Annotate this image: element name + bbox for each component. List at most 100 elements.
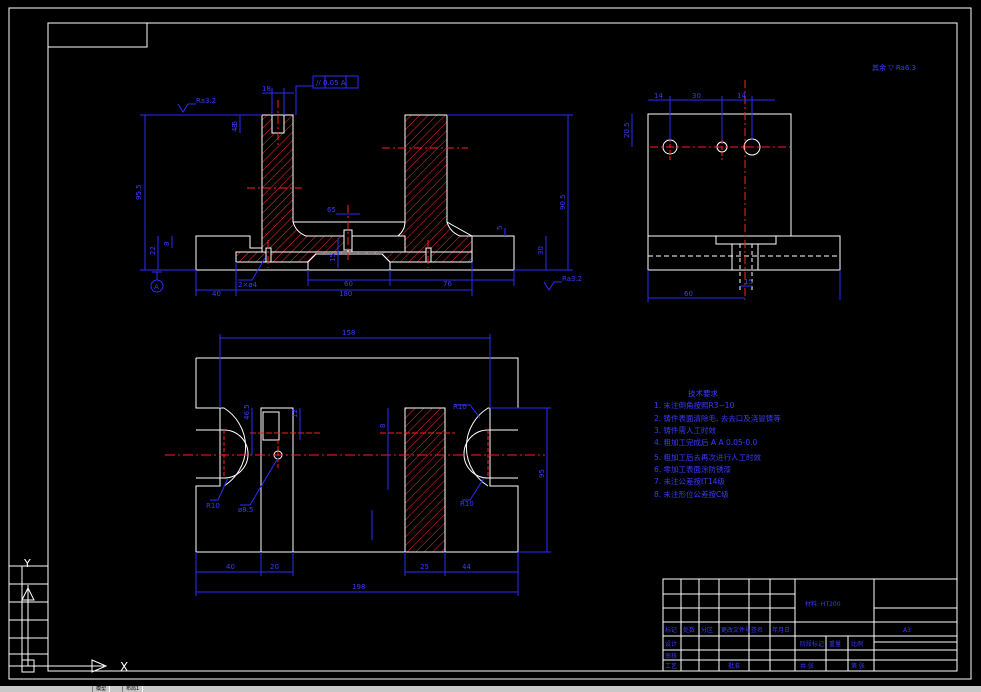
- notes-line-6: 6. 零加工表面涂防锈漆: [654, 464, 732, 474]
- side-body: [647, 113, 792, 237]
- lbl-side-14a: 14: [654, 92, 663, 100]
- lbl-plan-r10c: R10: [460, 500, 474, 508]
- tb-cell-11: 重量: [829, 640, 841, 648]
- cad-canvas[interactable]: 18 8 95.5 90.5 22 8 5 30 40 60 180 76 65…: [0, 0, 981, 692]
- side-view-labels: 14 30 14 20.5 60 15: [623, 92, 753, 298]
- roughness-1-symbol: [177, 103, 196, 113]
- lbl-d-base-h: 8: [163, 242, 171, 246]
- leader-tolerance: [295, 85, 313, 115]
- notes-line-1: 1. 未注倒角按照R3~10: [654, 400, 735, 410]
- lbl-side-14b: 14: [737, 92, 746, 100]
- lbl-side-20-5: 20.5: [623, 122, 631, 138]
- lbl-plan-44: 44: [462, 563, 471, 571]
- roughness-2-symbol: [543, 281, 562, 291]
- lbl-plan-46-5: 46.5: [243, 404, 251, 420]
- lbl-plan-small-b: 8: [379, 424, 387, 428]
- lbl-plan-width: 158: [342, 329, 355, 337]
- tb-cell-9: 批准: [728, 662, 740, 670]
- lbl-d-mid: 60: [344, 280, 353, 288]
- tb-cell-14: 第 张: [851, 662, 865, 670]
- lbl-d-left-base: 22: [149, 246, 157, 255]
- lbl-tol-frame: // 0.05 A: [316, 79, 346, 87]
- ucs-x-label: X: [120, 660, 128, 674]
- lbl-plan-8-5: ø8.5: [238, 506, 253, 514]
- technical-requirements: 技术要求 1. 未注倒角按照R3~10 2. 铸件表面清除毛, 去去口及浇冒铸等…: [654, 388, 781, 499]
- ucs-y-label: Y: [23, 557, 31, 570]
- tb-cell-3: 更改文件号: [721, 626, 751, 634]
- plan-left-column: [260, 407, 294, 553]
- notes-line-4: 4. 粗加工完成后 A A 0.05-0.0: [654, 437, 758, 447]
- side-boss: [715, 235, 777, 245]
- lbl-side-60: 60: [684, 290, 693, 298]
- tb-cell-5: 年月日: [772, 626, 790, 634]
- ucs-icon: Y X: [21, 557, 128, 674]
- lbl-datum: A: [154, 283, 159, 291]
- lbl-d-center-w: 15: [329, 253, 337, 262]
- tb-cell-12: 比例: [851, 640, 863, 648]
- lbl-plan-height: 95: [538, 469, 546, 478]
- lbl-d-right: 76: [443, 280, 452, 288]
- front-right-column-section: [347, 114, 473, 253]
- tb-cell-10: 阶段标记: [800, 640, 824, 648]
- notes-line-7: 7. 未注公差按IT14级: [654, 476, 725, 486]
- notes-line-8: 8. 未注形位公差按C级: [654, 489, 729, 499]
- lbl-rough-2: Ra3.2: [562, 275, 582, 283]
- tb-cell-8: 工艺: [665, 662, 677, 670]
- notes-line-2: 2. 铸件表面清除毛, 去去口及浇冒铸等: [654, 413, 781, 423]
- front-groove: [307, 253, 391, 270]
- lbl-side-30: 30: [692, 92, 701, 100]
- front-left-column-section: [261, 114, 349, 253]
- lbl-d-right-h: 90.5: [559, 194, 567, 210]
- model-layout-tabbar: [0, 686, 981, 692]
- lbl-plan-25: 25: [420, 563, 429, 571]
- lbl-d-width-top: 18: [262, 85, 271, 93]
- title-block: 材料: HT200 A3 标记 处数 分区 更改文件号 签名 年月日 设计 审核…: [662, 578, 958, 672]
- lbl-d-right-step: 5: [496, 226, 504, 230]
- plan-right-column-section: [404, 407, 446, 553]
- plan-right-slot-inner: [465, 407, 490, 487]
- lbl-plan-r10a: R10: [206, 502, 220, 510]
- front-section-view: [140, 75, 573, 296]
- plan-leader-r10a: [210, 477, 229, 501]
- lbl-side-15: 15: [744, 278, 753, 286]
- lbl-d-left: 40: [212, 290, 221, 298]
- plan-view: [165, 334, 551, 596]
- drawing-inner-border: [47, 22, 958, 672]
- plan-leader-r10c: [462, 477, 485, 501]
- tb-cell-1: 处数: [683, 626, 695, 634]
- plan-right-slot: [463, 429, 518, 479]
- title-drawing-no: A3: [903, 627, 911, 634]
- tb-cell-2: 分区: [701, 626, 713, 634]
- tab-model[interactable]: 模型: [92, 686, 111, 692]
- lbl-plan-40: 40: [226, 563, 235, 571]
- plan-left-slot-box: [262, 411, 280, 441]
- roughness-general: 其余 ▽ Ra6.3: [872, 63, 916, 72]
- front-view-labels: 18 8 95.5 90.5 22 8 5 30 40 60 180 76 65…: [135, 79, 582, 298]
- tb-cell-7: 审核: [665, 652, 677, 660]
- notes-line-3: 3. 铸件需人工时效: [654, 425, 717, 435]
- notes-line-5: 5. 粗加工后去再次进行人工时效: [654, 452, 762, 462]
- plan-left-slot: [196, 429, 249, 479]
- lbl-d-right-base: 30: [537, 246, 545, 255]
- lbl-d-center-slot: 65: [327, 206, 336, 214]
- lbl-plan-small-a: 12: [291, 409, 299, 418]
- title-block-frame: [662, 578, 958, 672]
- lbl-plan-20: 20: [270, 563, 279, 571]
- lbl-plan-total: 198: [352, 583, 365, 591]
- lbl-rough-1: Ra3.2: [196, 97, 216, 105]
- notes-title: 技术要求: [688, 388, 718, 398]
- lbl-hole-note: 2×ø4: [238, 281, 258, 289]
- lbl-plan-r10b: R10: [453, 403, 467, 411]
- lbl-d-total: 180: [339, 290, 352, 298]
- top-left-stamp-box: [47, 22, 148, 48]
- side-view: [631, 80, 841, 302]
- tb-cell-13: 共 张: [800, 662, 814, 670]
- side-base: [647, 235, 841, 271]
- title-material: 材料: HT200: [805, 600, 841, 608]
- tb-cell-0: 标记: [665, 626, 677, 634]
- tab-layout1[interactable]: 布局1: [122, 686, 144, 692]
- lbl-d-slot-h: 4.5: [231, 121, 239, 132]
- tb-cell-4: 签名: [751, 626, 763, 634]
- datum-leader: [152, 271, 162, 280]
- tb-cell-6: 设计: [665, 640, 677, 648]
